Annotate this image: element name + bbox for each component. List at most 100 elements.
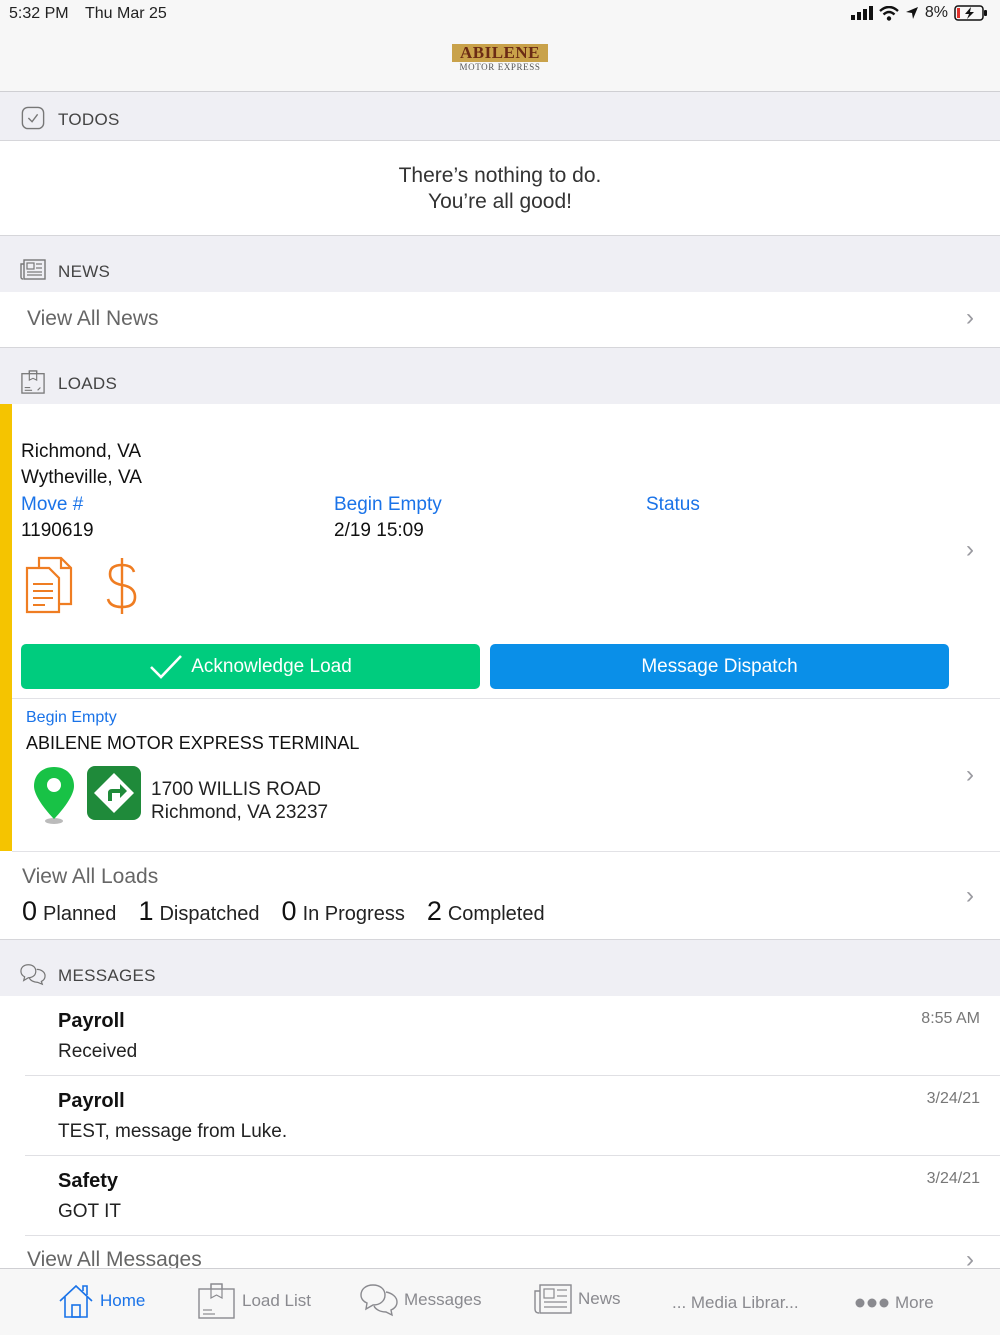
stop-address-line2: Richmond, VA 23237 [151,802,329,823]
message-title: Payroll [58,1010,125,1032]
location-arrow-icon [905,7,918,19]
chevron-right-icon: › [966,1246,974,1268]
status-indicators: 8% [850,4,988,22]
todos-empty-line1: There’s nothing to do. [398,164,602,187]
load-status-accent-bar [0,404,12,851]
newspaper-icon [20,259,46,280]
more-dots-icon [855,1298,889,1308]
dollar-icon[interactable] [104,556,140,616]
view-all-messages-row[interactable]: View All Messages › [0,1236,1000,1268]
messages-header: MESSAGES [0,948,1000,997]
home-icon [59,1284,93,1318]
message-time: 8:55 AM [921,1010,980,1027]
load-counts: 0 Planned 1 Dispatched 0 In Progress 2 C… [22,896,545,927]
view-all-news-label: View All News [27,307,159,330]
tab-load-list-label: Load List [242,1291,311,1310]
loads-panel: Richmond, VA Wytheville, VA Move # 11906… [0,404,1000,940]
loads-header: LOADS [0,356,1000,405]
todos-empty-line2: You’re all good! [427,190,572,213]
directions-icon[interactable] [86,765,142,821]
message-dispatch-button[interactable]: Message Dispatch [490,644,949,689]
acknowledge-load-label: Acknowledge Load [191,655,352,677]
map-pin-icon[interactable] [32,765,76,827]
move-number-value: 1190619 [21,520,94,541]
nav-bar: ABILENE MOTOR EXPRESS [0,30,1000,92]
completed-label: Completed [447,903,545,925]
todos-title: TODOS [58,110,120,129]
tab-news[interactable]: News [534,1283,621,1315]
message-time: 3/24/21 [926,1170,980,1187]
documents-icon[interactable] [25,556,73,614]
stop-name: ABILENE MOTOR EXPRESS TERMINAL [26,733,360,753]
message-time: 3/24/21 [926,1090,980,1107]
load-box-icon [21,370,45,394]
begin-empty-value: 2/19 15:09 [334,520,424,541]
load-destination: Wytheville, VA [21,467,142,488]
dispatched-label: Dispatched [159,903,260,925]
status-label: Status [646,494,700,515]
chat-bubbles-icon [20,964,46,986]
view-all-news-row[interactable]: View All News › [0,292,1000,348]
tab-bar: Home Load List Messages News ... Media L… [0,1268,1000,1335]
todos-empty-panel: There’s nothing to do. You’re all good! [0,141,1000,236]
in-progress-label: In Progress [302,903,405,925]
tab-news-label: News [578,1289,621,1308]
message-item[interactable]: Payroll Received 8:55 AM [0,996,1000,1076]
planned-label: Planned [43,903,117,925]
tab-media-library-label: ... Media Librar... [672,1293,799,1312]
message-item[interactable]: Safety GOT IT 3/24/21 [0,1156,1000,1236]
chevron-right-icon: › [966,536,974,563]
load-origin: Richmond, VA [21,441,142,462]
company-logo: ABILENE MOTOR EXPRESS [452,44,548,73]
acknowledge-load-button[interactable]: Acknowledge Load [21,644,480,689]
message-body: TEST, message from Luke. [58,1121,288,1142]
view-all-loads-row[interactable]: View All Loads 0 Planned 1 Dispatched 0 … [0,852,1000,939]
message-title: Safety [58,1170,119,1192]
message-body: Received [58,1041,138,1062]
in-progress-count: 0 [281,896,297,926]
load-list-icon [198,1283,235,1319]
status-bar: 5:32 PM Thu Mar 25 8% [0,0,1000,30]
battery-charging-icon [954,5,987,21]
checkbox-icon [21,106,45,130]
messages-panel: Payroll Received 8:55 AM Payroll TEST, m… [0,996,1000,1268]
signal-icon [850,6,873,20]
begin-empty-label: Begin Empty [334,494,442,515]
news-title: NEWS [58,262,111,281]
battery-percent: 8% [924,4,948,21]
tab-messages-label: Messages [404,1290,482,1309]
tab-more[interactable]: More [855,1293,934,1313]
chat-bubbles-icon [360,1284,398,1317]
news-header: NEWS [0,244,1000,293]
loads-title: LOADS [58,374,118,393]
stop-type: Begin Empty [26,709,117,726]
view-all-messages-label: View All Messages [27,1248,202,1268]
view-all-loads-label: View All Loads [22,865,159,888]
tab-home-label: Home [100,1291,146,1310]
message-item[interactable]: Payroll TEST, message from Luke. 3/24/21 [0,1076,1000,1156]
todos-header: TODOS [0,92,1000,141]
tab-home[interactable]: Home [58,1283,145,1319]
tab-messages[interactable]: Messages [360,1283,481,1317]
load-card[interactable]: Richmond, VA Wytheville, VA Move # 11906… [12,404,1000,699]
logo-name: ABILENE [452,44,548,62]
wifi-icon [879,5,899,21]
chevron-right-icon: › [966,304,974,331]
stop-row[interactable]: Begin Empty ABILENE MOTOR EXPRESS TERMIN… [12,699,1000,852]
status-time: 5:32 PM [9,5,69,22]
tab-media-library[interactable]: ... Media Librar... [672,1293,799,1313]
tab-more-label: More [895,1293,934,1312]
planned-count: 0 [22,896,38,926]
messages-title: MESSAGES [58,966,156,985]
chevron-right-icon: › [966,761,974,788]
chevron-right-icon: › [966,882,974,909]
dispatched-count: 1 [138,896,154,926]
logo-subtitle: MOTOR EXPRESS [459,62,541,72]
tab-load-list[interactable]: Load List [198,1283,311,1319]
checkmark-icon [150,654,183,679]
completed-count: 2 [426,896,442,926]
message-body: GOT IT [58,1201,121,1222]
move-number-label: Move # [21,494,84,515]
message-dispatch-label: Message Dispatch [641,655,798,677]
status-date: Thu Mar 25 [85,5,167,22]
